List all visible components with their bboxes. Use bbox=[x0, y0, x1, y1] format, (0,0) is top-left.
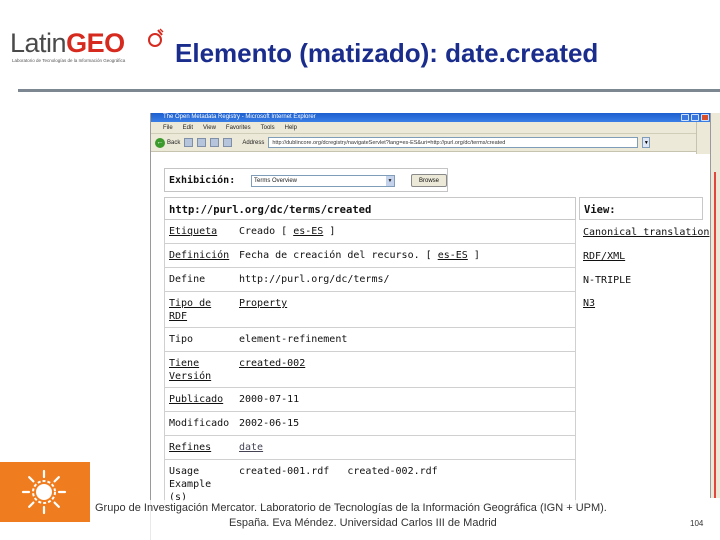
row-label-tipo-rdf[interactable]: Tipo de RDF bbox=[169, 297, 233, 323]
row-label-modificado: Modificado bbox=[169, 418, 230, 429]
address-dropdown-icon[interactable]: ▼ bbox=[642, 137, 651, 148]
latingeo-logo: LatinGEO Laboratorio de Tecnologías de l… bbox=[10, 28, 164, 66]
minimize-button[interactable] bbox=[681, 114, 689, 121]
term-uri: http://purl.org/dc/terms/created bbox=[169, 204, 372, 216]
menu-bar: File Edit View Favorites Tools Help bbox=[151, 122, 710, 134]
page-number: 104 bbox=[690, 519, 704, 528]
row-label-usage: Usage Example (s) bbox=[169, 465, 233, 504]
menu-view[interactable]: View bbox=[203, 125, 216, 131]
view-canonical-translation-link[interactable]: Canonical translation bbox=[583, 227, 709, 238]
logo-subtitle: Laboratorio de Tecnologías de la Informa… bbox=[12, 58, 126, 63]
address-label: Address bbox=[242, 139, 265, 146]
menu-help[interactable]: Help bbox=[285, 125, 297, 131]
view-n-triple-label: N-TRIPLE bbox=[583, 275, 632, 286]
row-value-publicado: 2000-07-11 bbox=[239, 394, 300, 405]
exhibition-select[interactable]: Terms Overview ▼ bbox=[251, 175, 395, 187]
row-value-definicion-close: ] bbox=[467, 250, 480, 261]
browser-window: The Open Metadata Registry - Microsoft I… bbox=[150, 113, 710, 540]
usage-example-2[interactable]: created-002.rdf bbox=[347, 466, 437, 477]
row-label-usage-line2: Example bbox=[169, 479, 212, 490]
logo-geo: GEO bbox=[66, 28, 125, 58]
table-row: Tiene Versión created-002 bbox=[164, 352, 576, 388]
globe-mark-icon bbox=[148, 28, 164, 47]
view-rdf-xml-link[interactable]: RDF/XML bbox=[583, 251, 625, 262]
row-value-etiqueta-close: ] bbox=[323, 226, 336, 237]
stop-icon[interactable] bbox=[197, 138, 207, 147]
row-value-tipo: element-refinement bbox=[239, 334, 348, 345]
table-row: Refines date bbox=[164, 436, 576, 460]
row-value-tipo-rdf[interactable]: Property bbox=[239, 297, 573, 310]
menu-edit[interactable]: Edit bbox=[183, 125, 193, 131]
title-divider bbox=[18, 89, 720, 92]
row-value-refines[interactable]: date bbox=[239, 441, 573, 454]
row-value-define: http://purl.org/dc/terms/ bbox=[239, 274, 390, 285]
row-value-definicion: Fecha de creación del recurso. [ bbox=[239, 250, 438, 261]
row-label-definicion[interactable]: Definición bbox=[169, 249, 233, 262]
logo-latin: Latin bbox=[10, 28, 67, 58]
back-arrow-icon: ← bbox=[155, 137, 165, 148]
row-label-define: Define bbox=[169, 274, 206, 285]
table-row: Tipo de RDF Property bbox=[164, 292, 576, 328]
window-titlebar: The Open Metadata Registry - Microsoft I… bbox=[151, 113, 710, 122]
row-value-modificado: 2002-06-15 bbox=[239, 418, 300, 429]
page-title: Elemento (matizado): date.created bbox=[175, 38, 599, 68]
exhibition-selected-value: Terms Overview bbox=[254, 178, 298, 184]
row-label-tiene-version[interactable]: Tiene Versión bbox=[169, 357, 233, 383]
slide: LatinGEO Laboratorio de Tecnologías de l… bbox=[0, 0, 720, 540]
view-n3-link[interactable]: N3 bbox=[583, 298, 595, 309]
row-label-refines[interactable]: Refines bbox=[169, 441, 233, 454]
footer-credit-line1: Grupo de Investigación Mercator. Laborat… bbox=[95, 502, 607, 514]
view-header: View: bbox=[579, 197, 703, 220]
row-label-tipo-rdf-line2: RDF bbox=[169, 311, 188, 322]
row-label-etiqueta[interactable]: Etiqueta bbox=[169, 225, 233, 238]
exhibition-label: Exhibición: bbox=[169, 175, 236, 186]
menu-file[interactable]: File bbox=[163, 125, 173, 131]
row-label-tiene-version-line1: Tiene bbox=[169, 358, 200, 369]
table-row: Definición Fecha de creación del recurso… bbox=[164, 244, 576, 268]
menu-tools[interactable]: Tools bbox=[261, 125, 275, 131]
back-button[interactable]: ← Back bbox=[155, 137, 181, 148]
close-button[interactable] bbox=[701, 114, 709, 121]
table-row: Tipo element-refinement bbox=[164, 328, 576, 352]
term-uri-header: http://purl.org/dc/terms/created bbox=[164, 197, 576, 220]
row-label-tipo: Tipo bbox=[169, 334, 194, 345]
edge-accent bbox=[714, 172, 716, 498]
table-row: Etiqueta Creado [ es-ES ] bbox=[164, 220, 576, 244]
view-heading: View: bbox=[584, 204, 616, 216]
table-row: Publicado 2000-07-11 bbox=[164, 388, 576, 412]
refresh-icon[interactable] bbox=[210, 138, 220, 147]
maximize-button[interactable] bbox=[691, 114, 699, 121]
lang-link-etiqueta[interactable]: es-ES bbox=[293, 226, 323, 237]
forward-icon[interactable] bbox=[184, 138, 194, 147]
browser-toolbar: ← Back Address http://dublincore.org/dcr… bbox=[151, 134, 710, 152]
view-panel: View: Canonical translation RDF/XML N-TR… bbox=[579, 197, 709, 331]
table-row: Define http://purl.org/dc/terms/ bbox=[164, 268, 576, 292]
address-input[interactable]: http://dublincore.org/dcregistry/navigat… bbox=[268, 137, 639, 148]
row-label-tiene-version-line2: Versión bbox=[169, 371, 212, 382]
row-label-tipo-rdf-line1: Tipo de bbox=[169, 298, 212, 309]
table-row: Modificado 2002-06-15 bbox=[164, 412, 576, 436]
footer-credit-line2: España. Eva Méndez. Universidad Carlos I… bbox=[229, 517, 497, 529]
row-value-tiene-version[interactable]: created-002 bbox=[239, 357, 573, 370]
row-label-publicado[interactable]: Publicado bbox=[169, 393, 233, 406]
term-table: http://purl.org/dc/terms/created Etiquet… bbox=[164, 197, 576, 540]
sun-logo bbox=[0, 462, 90, 522]
sun-icon bbox=[21, 469, 67, 515]
links-strip bbox=[696, 122, 710, 154]
menu-favorites[interactable]: Favorites bbox=[226, 125, 251, 131]
lang-link-definicion[interactable]: es-ES bbox=[438, 250, 468, 261]
browse-button[interactable]: Browse bbox=[411, 174, 447, 187]
exhibition-bar: Exhibición: Terms Overview ▼ Browse bbox=[164, 168, 448, 192]
home-icon[interactable] bbox=[223, 138, 233, 147]
window-title: The Open Metadata Registry - Microsoft I… bbox=[163, 114, 316, 120]
usage-example-1[interactable]: created-001.rdf bbox=[239, 466, 329, 477]
back-label: Back bbox=[167, 139, 181, 146]
row-label-usage-line1: Usage bbox=[169, 466, 200, 477]
chevron-down-icon[interactable]: ▼ bbox=[386, 176, 394, 186]
row-value-etiqueta: Creado [ bbox=[239, 226, 294, 237]
